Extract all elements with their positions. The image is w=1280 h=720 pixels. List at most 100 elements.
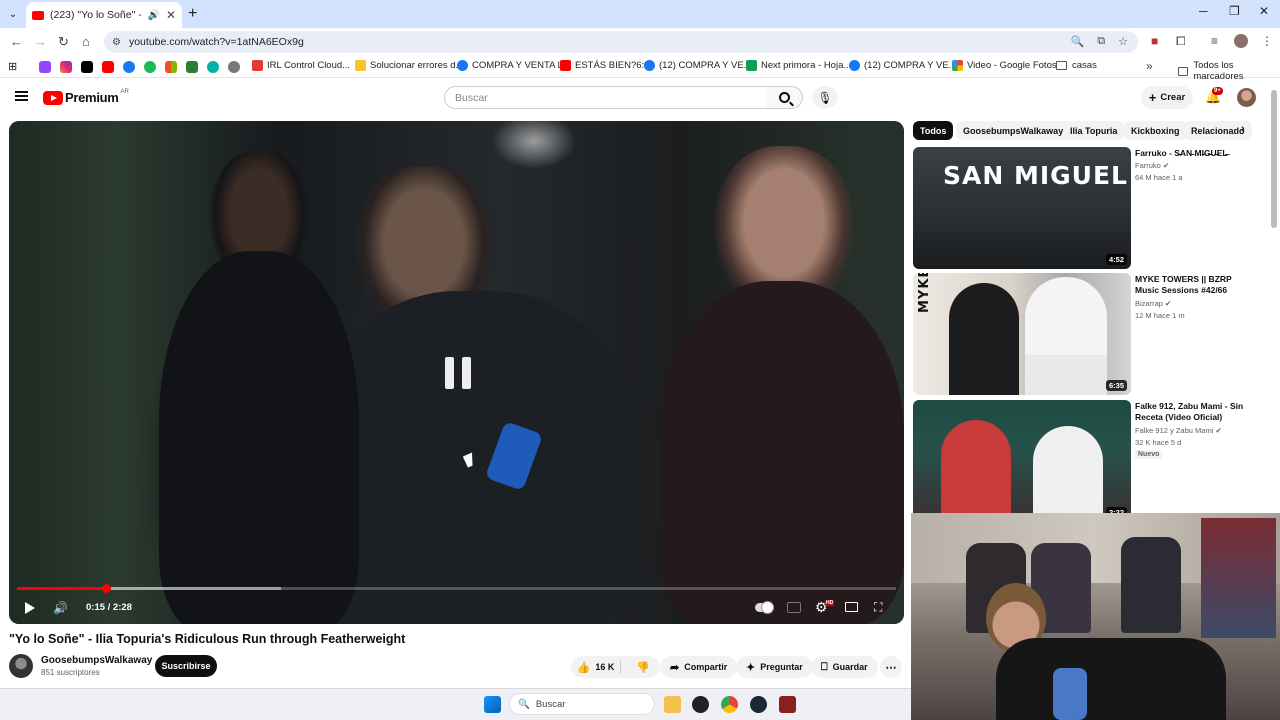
share-arrow-icon: ➦ (670, 661, 680, 674)
recommendation-meta: 32 K hace 5 d (1135, 438, 1182, 447)
bookmark-item[interactable]: (12) COMPRA Y VE... (849, 60, 957, 71)
chip-ilia-topuria[interactable]: Ilia Topuria (1063, 121, 1125, 140)
scrubber-handle[interactable] (101, 584, 111, 593)
extensions-puzzle-icon[interactable]: ⧠ (1176, 34, 1186, 49)
recommendation-title[interactable]: MYKE TOWERS || BZRP Music Sessions #42/6… (1135, 274, 1253, 296)
bookmark-item[interactable]: Next primora - Hoja... (746, 60, 851, 71)
recommendation-item[interactable]: 2:22 Falke 912, Zabu Mami - Sin Receta (… (913, 400, 1254, 522)
install-app-icon[interactable]: ⧉ (1097, 35, 1105, 48)
bookmark-item[interactable]: IRL Control Cloud... (252, 60, 350, 71)
progress-bar[interactable] (17, 584, 896, 593)
subtitles-icon[interactable] (787, 602, 801, 613)
chip-channel[interactable]: GoosebumpsWalkaway (956, 121, 1071, 140)
play-icon[interactable] (25, 602, 35, 614)
save-button[interactable]: ⎕ Guardar (811, 656, 878, 678)
youtube-bookmark-icon[interactable] (102, 61, 114, 73)
twitch-bookmark-icon[interactable] (39, 61, 51, 73)
page-scrollbar[interactable] (1271, 90, 1277, 228)
streamer-shirt (996, 638, 1226, 720)
browser-profile-avatar[interactable] (1234, 34, 1248, 48)
artist-figure (1025, 277, 1107, 395)
search-button[interactable] (766, 86, 803, 109)
bookmark-item[interactable]: Video - Google Fotos (952, 60, 1057, 71)
bookmark-item[interactable]: COMPRA Y VENTA L... (457, 60, 571, 71)
steam-icon[interactable] (750, 696, 767, 713)
kick-bookmark-icon[interactable] (207, 61, 219, 73)
recommendation-title[interactable]: Farruko - S̶AN̶ MI̶G̶U̶EL̶ (1135, 148, 1253, 159)
fullscreen-icon[interactable]: ⛶ (874, 600, 882, 615)
close-window-icon[interactable]: ✕ (1259, 4, 1269, 18)
channel-name[interactable]: GoosebumpsWalkaway (41, 655, 152, 666)
globe-bookmark-icon[interactable] (228, 61, 240, 73)
recommendation-meta: 12 M hace 1 m (1135, 311, 1185, 320)
windows-start-icon[interactable] (484, 696, 501, 713)
bookmark-item[interactable]: (12) COMPRA Y VE... (644, 60, 752, 71)
recommendation-title[interactable]: Falke 912, Zabu Mami - Sin Receta (Video… (1135, 401, 1253, 423)
site-info-icon[interactable]: ⚙ (112, 37, 121, 48)
file-explorer-icon[interactable] (664, 696, 681, 713)
instagram-bookmark-icon[interactable] (60, 61, 72, 73)
chip-kickboxing[interactable]: Kickboxing (1124, 121, 1187, 140)
app-shield-icon[interactable] (779, 696, 796, 713)
like-button[interactable]: 👍 16 K (571, 660, 621, 674)
bookmark-star-icon[interactable]: ☆ (1118, 35, 1128, 48)
new-tab-button[interactable]: + (188, 5, 197, 23)
verified-check-icon: ✔ (1165, 299, 1172, 308)
ask-button[interactable]: ✦ Preguntar (736, 656, 813, 678)
forward-icon[interactable]: → (34, 34, 47, 49)
bookmark-favicon-icon (849, 60, 860, 71)
voice-search-button[interactable]: 🎙 (812, 86, 838, 109)
bookmark-favicon-icon (355, 60, 366, 71)
tab-search-menu-icon[interactable]: ⌄ (4, 5, 22, 23)
extension-icon[interactable]: ■ (1151, 34, 1158, 48)
video-thumbnail[interactable]: 2:22 (913, 400, 1131, 522)
dislike-button[interactable]: 👎 (626, 661, 660, 674)
zoom-icon[interactable]: 🔍 (1071, 35, 1085, 48)
search-input[interactable]: Buscar (444, 86, 767, 109)
tab-audio-icon[interactable]: 🔊 (147, 10, 159, 21)
bookmark-folder-casas[interactable]: casas (1056, 60, 1097, 71)
taskbar-search[interactable]: 🔍 Buscar (509, 693, 655, 715)
thumbs-up-icon: 👍 (576, 661, 591, 674)
video-thumbnail[interactable]: MYKE 6:35 (913, 273, 1131, 395)
recommendation-item[interactable]: MYKE 6:35 MYKE TOWERS || BZRP Music Sess… (913, 273, 1254, 395)
bookmark-item[interactable]: Solucionar errores d... (355, 60, 463, 71)
chrome-icon[interactable] (721, 696, 738, 713)
bookmark-item[interactable]: ESTÁS BIEN?6:33 (560, 60, 655, 71)
obs-icon[interactable] (692, 696, 709, 713)
autoplay-toggle[interactable] (755, 602, 774, 613)
chrome-menu-icon[interactable]: ⋮ (1261, 34, 1273, 48)
recommendation-item[interactable]: SAN MIGUEL 4:52 Farruko - S̶AN̶ MI̶G̶U̶E… (913, 147, 1254, 269)
chip-todos[interactable]: Todos (913, 121, 954, 140)
media-controls-icon[interactable]: ≡ (1211, 34, 1218, 48)
create-button[interactable]: + Crear (1141, 86, 1193, 109)
home-icon[interactable]: ⌂ (82, 34, 90, 49)
youtube-premium-logo[interactable]: Premium AR (43, 89, 129, 105)
browser-tab-active[interactable]: (223) "Yo lo Soñe" - Ilia Top 🔊 ✕ (26, 2, 182, 28)
channel-avatar[interactable] (9, 654, 33, 678)
address-bar[interactable]: ⚙ youtube.com/watch?v=1atNA6EOx9g 🔍 ⧉ ☆ (104, 31, 1138, 53)
apps-grid-icon[interactable]: ⊞ (8, 60, 17, 73)
miniplayer-icon[interactable] (845, 602, 858, 612)
facebook-bookmark-icon[interactable] (123, 61, 135, 73)
restore-window-icon[interactable]: ❐ (1229, 4, 1240, 18)
subscribe-button[interactable]: Suscribirse (155, 655, 217, 677)
sheets-bookmark-icon[interactable] (186, 61, 198, 73)
bookmark-favicon-icon (252, 60, 263, 71)
microsoft-bookmark-icon[interactable] (165, 61, 177, 73)
spotify-bookmark-icon[interactable] (144, 61, 156, 73)
more-actions-button[interactable]: ⋯ (880, 656, 902, 678)
share-button[interactable]: ➦ Compartir (660, 656, 738, 678)
chevron-right-icon[interactable]: › (1241, 123, 1245, 135)
menu-hamburger-icon[interactable] (15, 91, 28, 101)
back-icon[interactable]: ← (10, 34, 23, 49)
minimize-window-icon[interactable]: ─ (1199, 4, 1208, 18)
x-bookmark-icon[interactable] (81, 61, 93, 73)
tab-close-icon[interactable]: ✕ (166, 8, 176, 22)
more-bookmarks-icon[interactable]: » (1146, 59, 1153, 73)
account-avatar[interactable] (1237, 88, 1256, 107)
video-thumbnail[interactable]: SAN MIGUEL 4:52 (913, 147, 1131, 269)
reload-icon[interactable]: ↻ (58, 34, 69, 50)
video-player[interactable]: 🔊 0:15 / 2:28 ⚙ HD ⛶ (9, 121, 904, 624)
volume-icon[interactable]: 🔊 (53, 601, 68, 615)
